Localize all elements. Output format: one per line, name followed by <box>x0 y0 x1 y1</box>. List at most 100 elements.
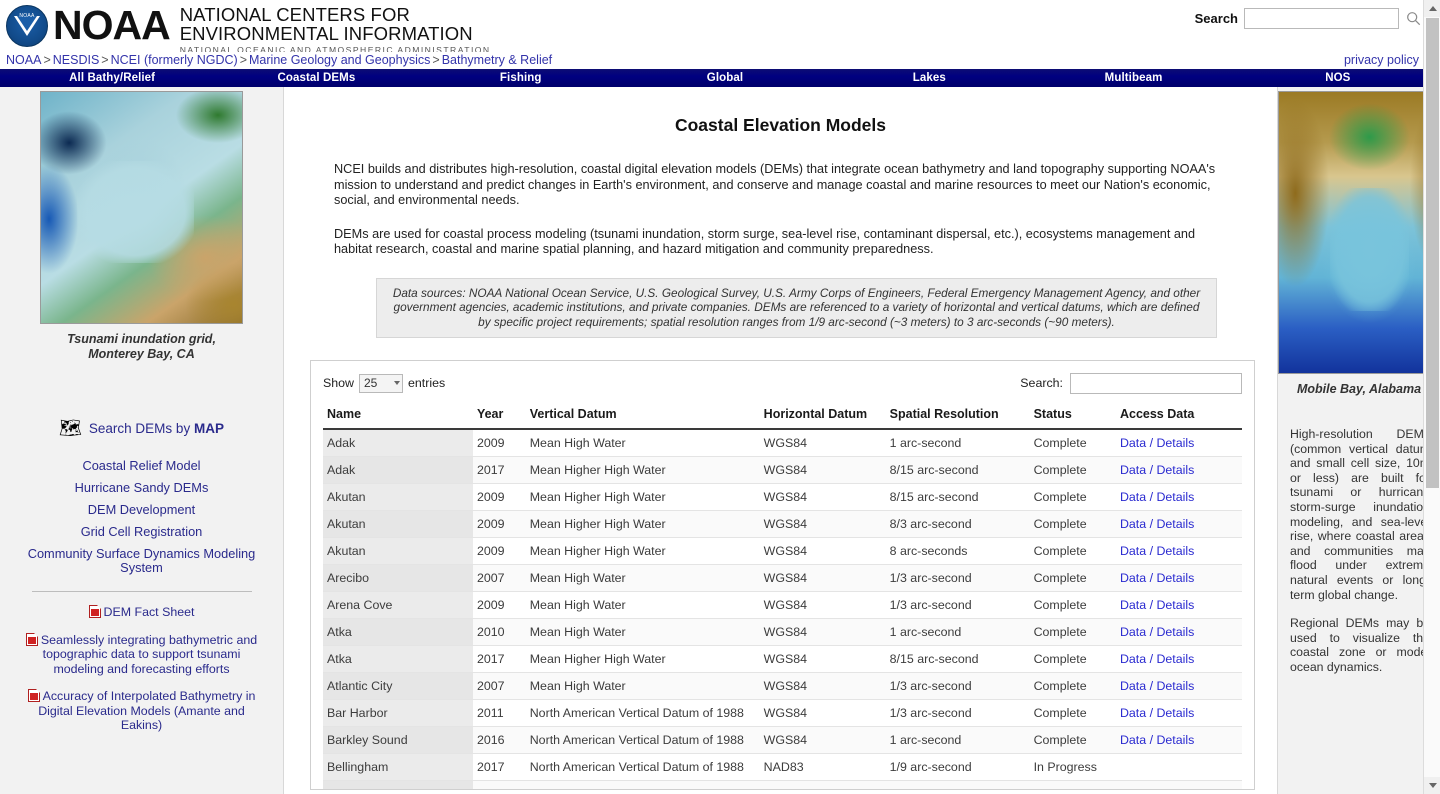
table-row: Bar Harbor 2011 North American Vertical Da… <box>323 699 1242 727</box>
cell-status: In Progress <box>1029 753 1116 781</box>
left-image-caption-line-1: Tsunami inundation grid, <box>67 332 216 346</box>
data-details-link[interactable]: Data / Details <box>1120 571 1194 585</box>
cell-horizontal-datum: WGS84 <box>759 510 886 538</box>
data-details-link[interactable]: Data / Details <box>1120 625 1194 639</box>
cell-access-data[interactable]: Data / Details <box>1115 780 1242 789</box>
cell-access-data[interactable]: Data / Details <box>1115 429 1242 457</box>
cell-status: Complete <box>1029 726 1116 754</box>
cell-access-data[interactable]: Data / Details <box>1115 618 1242 646</box>
scrollbar-thumb[interactable] <box>1426 18 1439 488</box>
cell-access-data[interactable]: Data / Details <box>1115 726 1242 754</box>
data-details-link[interactable]: Data / Details <box>1120 787 1194 789</box>
search-dems-by-map-link[interactable]: 🗺 Search DEMs by MAP <box>0 419 283 437</box>
sidebar-link-csdms[interactable]: Community Surface Dynamics Modeling Syst… <box>0 547 283 575</box>
breadcrumb-item-noaa[interactable]: NOAA <box>6 53 41 67</box>
privacy-policy-link[interactable]: privacy policy <box>1344 52 1419 69</box>
pdf-icon <box>25 632 38 646</box>
nav-item-lakes[interactable]: Lakes <box>827 69 1031 87</box>
data-details-link[interactable]: Data / Details <box>1120 733 1194 747</box>
column-header-year[interactable]: Year <box>472 407 526 430</box>
nav-item-global[interactable]: Global <box>623 69 827 87</box>
table-row: Atlantic City 2007 Mean High Water WGS84 1/3… <box>323 672 1242 700</box>
nav-item-fishing[interactable]: Fishing <box>419 69 623 87</box>
search-icon[interactable] <box>1405 10 1422 27</box>
table-controls: Show 25 entries Search: <box>323 371 1242 395</box>
nav-item-nos[interactable]: NOS <box>1236 69 1440 87</box>
cell-vertical-datum: Mean Higher High Water <box>525 645 760 673</box>
main-column: Coastal Elevation Models NCEI builds and… <box>284 87 1277 794</box>
data-details-link[interactable]: Data / Details <box>1120 652 1194 666</box>
cell-access-data[interactable]: Data / Details <box>1115 510 1242 538</box>
breadcrumb-item-ncei[interactable]: NCEI (formerly NGDC) <box>111 53 238 67</box>
column-header-name[interactable]: Name <box>323 407 473 430</box>
scrollbar-up-arrow[interactable] <box>1424 0 1440 17</box>
data-details-link[interactable]: Data / Details <box>1120 544 1194 558</box>
table-search-input[interactable] <box>1070 372 1242 394</box>
data-details-link[interactable]: Data / Details <box>1120 706 1194 720</box>
column-header-horizontal-datum[interactable]: Horizontal Datum <box>759 407 886 430</box>
cell-access-data[interactable] <box>1115 753 1242 781</box>
cell-name: Bellingham <box>323 753 473 781</box>
pdf-link-dem-fact-sheet[interactable]: DEM Fact Sheet <box>16 605 267 620</box>
pdf-link-accuracy-interpolated[interactable]: Accuracy of Interpolated Bathymetry in D… <box>16 689 267 733</box>
dem-table-card: Show 25 entries Search: Name Year Vertic… <box>310 360 1255 790</box>
cell-status: Complete <box>1029 564 1116 592</box>
cell-access-data[interactable]: Data / Details <box>1115 672 1242 700</box>
search-input[interactable] <box>1244 8 1399 29</box>
pdf-link-dem-fact-sheet-label: DEM Fact Sheet <box>103 605 195 619</box>
sidebar-link-grid-cell-registration[interactable]: Grid Cell Registration <box>0 525 283 539</box>
data-details-link[interactable]: Data / Details <box>1120 490 1194 504</box>
noaa-seal-icon: NOAA <box>6 5 48 47</box>
data-details-link[interactable]: Data / Details <box>1120 436 1194 450</box>
cell-horizontal-datum: WGS84 <box>759 456 886 484</box>
cell-access-data[interactable]: Data / Details <box>1115 564 1242 592</box>
cell-spatial-resolution: 8/15 arc-second <box>885 456 1030 484</box>
data-details-link[interactable]: Data / Details <box>1120 598 1194 612</box>
cell-vertical-datum: North American Vertical Datum of 1988 <box>525 726 760 754</box>
ncei-title-line-1: NATIONAL CENTERS FOR <box>179 4 410 25</box>
cell-access-data[interactable]: Data / Details <box>1115 456 1242 484</box>
nav-item-all-bathy-relief[interactable]: All Bathy/Relief <box>10 69 214 87</box>
data-details-link[interactable]: Data / Details <box>1120 463 1194 477</box>
column-header-spatial-resolution[interactable]: Spatial Resolution <box>885 407 1030 430</box>
cell-year: 2016 <box>472 726 526 754</box>
cell-name: Atka <box>323 618 473 646</box>
left-sidebar: Tsunami inundation grid, Monterey Bay, C… <box>0 87 284 794</box>
column-header-status[interactable]: Status <box>1029 407 1116 430</box>
data-details-link[interactable]: Data / Details <box>1120 517 1194 531</box>
table-row: Adak 2009 Mean High Water WGS84 1 arc-second… <box>323 429 1242 457</box>
cell-name: Akutan <box>323 483 473 511</box>
cell-access-data[interactable]: Data / Details <box>1115 645 1242 673</box>
scrollbar-down-arrow[interactable] <box>1424 777 1440 794</box>
left-image-caption-line-2: Monterey Bay, CA <box>88 347 195 361</box>
nav-item-multibeam[interactable]: Multibeam <box>1031 69 1235 87</box>
cell-vertical-datum: Mean Higher High Water <box>525 483 760 511</box>
pdf-link-seamless-integration[interactable]: Seamlessly integrating bathymetric and t… <box>16 632 267 677</box>
nav-item-coastal-dems[interactable]: Coastal DEMs <box>214 69 418 87</box>
sidebar-link-coastal-relief-model[interactable]: Coastal Relief Model <box>0 459 283 473</box>
sidebar-link-hurricane-sandy-dems[interactable]: Hurricane Sandy DEMs <box>0 481 283 495</box>
cell-horizontal-datum: WGS84 <box>759 699 886 727</box>
page-length-select[interactable]: 25 <box>359 373 403 393</box>
cell-vertical-datum: Mean Higher High Water <box>525 510 760 538</box>
cell-access-data[interactable]: Data / Details <box>1115 591 1242 619</box>
cell-access-data[interactable]: Data / Details <box>1115 537 1242 565</box>
noaa-logo-block[interactable]: NOAA NOAA NATIONAL CENTERS FOR ENVIRONME… <box>6 3 491 55</box>
sidebar-link-dem-development[interactable]: DEM Development <box>0 503 283 517</box>
table-row: Akutan 2009 Mean Higher High Water WGS84 8 a… <box>323 537 1242 565</box>
cell-year: 2011 <box>472 699 526 727</box>
table-row: Bellingham 2017 North American Vertical Da… <box>323 753 1242 781</box>
breadcrumb-separator: > <box>43 53 51 67</box>
cell-access-data[interactable]: Data / Details <box>1115 483 1242 511</box>
map-link-bold: MAP <box>193 420 224 436</box>
cell-access-data[interactable]: Data / Details <box>1115 699 1242 727</box>
cell-status: Complete <box>1029 780 1116 789</box>
breadcrumb-item-bathymetry[interactable]: Bathymetry & Relief <box>442 53 552 67</box>
data-details-link[interactable]: Data / Details <box>1120 679 1194 693</box>
column-header-vertical-datum[interactable]: Vertical Datum <box>525 407 760 430</box>
cell-year: 2009 <box>472 510 526 538</box>
column-header-access-data[interactable]: Access Data <box>1115 407 1242 430</box>
page-scrollbar[interactable] <box>1423 0 1440 794</box>
breadcrumb-item-nesdis[interactable]: NESDIS <box>53 53 100 67</box>
breadcrumb-item-mgg[interactable]: Marine Geology and Geophysics <box>249 53 430 67</box>
